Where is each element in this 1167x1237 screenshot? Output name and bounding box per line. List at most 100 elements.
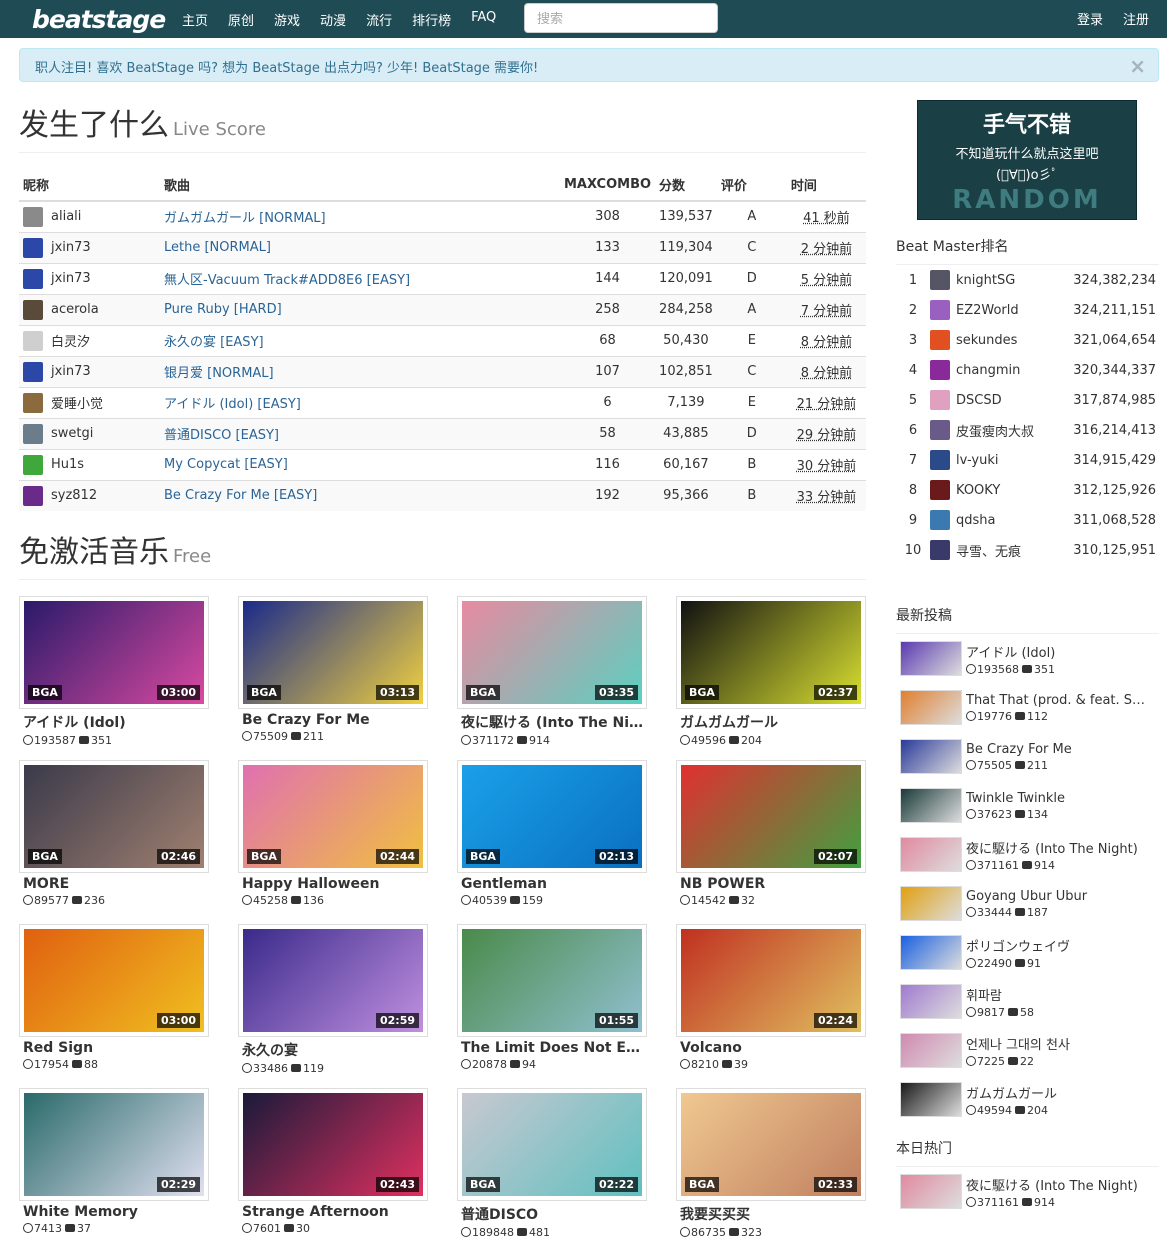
- song-card[interactable]: 01:55 The Limit Does Not Exist 20878 94: [457, 924, 647, 1088]
- player-name[interactable]: acerola: [51, 302, 99, 317]
- song-card[interactable]: 02:59 永久の宴 33486 119: [238, 924, 428, 1088]
- post-item[interactable]: 夜に駆ける (Into The Night) 371161 914: [896, 1167, 1159, 1216]
- song-title[interactable]: 夜に駆ける (Into The Ni…: [457, 712, 647, 732]
- song-card[interactable]: BGA 03:13 Be Crazy For Me 75509 211: [238, 596, 428, 760]
- song-card[interactable]: BGA 02:37 ガムガムガール 49596 204: [676, 596, 866, 760]
- song-title[interactable]: Gentleman: [457, 876, 647, 892]
- player-name[interactable]: aliali: [51, 209, 81, 224]
- post-title[interactable]: 언제나 그대의 천사: [966, 1034, 1146, 1053]
- avatar[interactable]: [23, 361, 43, 382]
- login-link[interactable]: 登录: [1077, 9, 1103, 28]
- rank-row[interactable]: 2 EZ2World 324,211,151: [896, 295, 1159, 325]
- song-card[interactable]: BGA 02:44 Happy Halloween 45258 136: [238, 760, 428, 924]
- player-name[interactable]: syz812: [51, 488, 97, 503]
- post-thumbnail[interactable]: [900, 739, 962, 774]
- post-item[interactable]: 언제나 그대의 천사 7225 22: [896, 1026, 1159, 1075]
- random-banner[interactable]: 手气不错 不知道玩什么就点这里吧 (ﾟ∀ﾟ)o彡ﾟ RANDOM: [917, 100, 1137, 220]
- rank-row[interactable]: 9 qdsha 311,068,528: [896, 505, 1159, 535]
- rank-row[interactable]: 4 changmin 320,344,337: [896, 355, 1159, 385]
- player-name[interactable]: 白灵汐: [51, 331, 90, 350]
- song-thumbnail[interactable]: BGA 02:33: [676, 1088, 866, 1201]
- avatar[interactable]: [23, 330, 43, 351]
- avatar[interactable]: [23, 206, 43, 227]
- rank-row[interactable]: 8 KOOKY 312,125,926: [896, 475, 1159, 505]
- song-title[interactable]: Red Sign: [19, 1040, 209, 1056]
- song-title[interactable]: MORE: [19, 876, 209, 892]
- song-card[interactable]: 03:00 Red Sign 17954 88: [19, 924, 209, 1088]
- rank-name[interactable]: 寻雪、无痕: [956, 541, 1066, 560]
- song-title[interactable]: Be Crazy For Me: [238, 712, 428, 728]
- song-link[interactable]: Pure Ruby [HARD]: [160, 293, 560, 325]
- post-title[interactable]: 휘파람: [966, 985, 1146, 1004]
- song-card[interactable]: BGA 02:13 Gentleman 40539 159: [457, 760, 647, 924]
- song-title[interactable]: 我要买买买: [676, 1204, 866, 1224]
- rank-name[interactable]: EZ2World: [956, 303, 1066, 318]
- avatar[interactable]: [23, 392, 43, 413]
- player-name[interactable]: jxin73: [51, 364, 91, 379]
- avatar[interactable]: [930, 270, 950, 290]
- close-icon[interactable]: ×: [1129, 54, 1146, 78]
- avatar[interactable]: [930, 480, 950, 500]
- song-card[interactable]: 02:29 White Memory 7413 37: [19, 1088, 209, 1237]
- song-thumbnail[interactable]: 01:55: [457, 924, 647, 1037]
- song-link[interactable]: 普通DISCO [EASY]: [160, 417, 560, 449]
- rank-row[interactable]: 7 lv-yuki 314,915,429: [896, 445, 1159, 475]
- nav-pop[interactable]: 流行: [366, 10, 392, 29]
- avatar[interactable]: [930, 300, 950, 320]
- register-link[interactable]: 注册: [1123, 9, 1149, 28]
- post-title[interactable]: ポリゴンウェイヴ: [966, 936, 1146, 955]
- song-card[interactable]: 02:24 Volcano 8210 39: [676, 924, 866, 1088]
- song-thumbnail[interactable]: 02:07: [676, 760, 866, 873]
- song-card[interactable]: 02:07 NB POWER 14542 32: [676, 760, 866, 924]
- post-title[interactable]: アイドル (Idol): [966, 642, 1146, 661]
- site-logo[interactable]: beatstage: [32, 5, 166, 34]
- song-link[interactable]: Be Crazy For Me [EASY]: [160, 479, 560, 511]
- player-name[interactable]: Hu1s: [51, 457, 84, 472]
- song-card[interactable]: BGA 02:22 普通DISCO 189848 481: [457, 1088, 647, 1237]
- avatar[interactable]: [23, 237, 43, 258]
- song-thumbnail[interactable]: BGA 02:13: [457, 760, 647, 873]
- avatar[interactable]: [23, 268, 43, 289]
- avatar[interactable]: [930, 420, 950, 440]
- song-card[interactable]: 02:43 Strange Afternoon 7601 30: [238, 1088, 428, 1237]
- song-card[interactable]: BGA 02:46 MORE 89577 236: [19, 760, 209, 924]
- rank-row[interactable]: 10 寻雪、无痕 310,125,951: [896, 535, 1159, 565]
- song-link[interactable]: Lethe [NORMAL]: [160, 231, 560, 263]
- song-title[interactable]: White Memory: [19, 1204, 209, 1220]
- post-thumbnail[interactable]: [900, 690, 962, 725]
- post-thumbnail[interactable]: [900, 886, 962, 921]
- post-item[interactable]: 휘파람 9817 58: [896, 977, 1159, 1026]
- song-card[interactable]: BGA 02:33 我要买买买 86735 323: [676, 1088, 866, 1237]
- post-item[interactable]: That That (prod. & feat. SUG… 19776 112: [896, 683, 1159, 732]
- post-item[interactable]: Goyang Ubur Ubur 33444 187: [896, 879, 1159, 928]
- song-thumbnail[interactable]: 02:43: [238, 1088, 428, 1201]
- song-thumbnail[interactable]: 02:24: [676, 924, 866, 1037]
- post-thumbnail[interactable]: [900, 788, 962, 823]
- song-title[interactable]: ガムガムガール: [676, 712, 866, 732]
- song-title[interactable]: Volcano: [676, 1040, 866, 1056]
- rank-name[interactable]: sekundes: [956, 333, 1066, 348]
- song-thumbnail[interactable]: BGA 03:35: [457, 596, 647, 709]
- song-title[interactable]: Strange Afternoon: [238, 1204, 428, 1220]
- song-link[interactable]: 银月爱 [NORMAL]: [160, 355, 560, 387]
- post-item[interactable]: アイドル (Idol) 193568 351: [896, 634, 1159, 683]
- post-title[interactable]: 夜に駆ける (Into The Night): [966, 838, 1146, 857]
- avatar[interactable]: [23, 423, 43, 444]
- song-thumbnail[interactable]: BGA 02:46: [19, 760, 209, 873]
- song-link[interactable]: アイドル (Idol) [EASY]: [160, 386, 560, 418]
- rank-name[interactable]: knightSG: [956, 273, 1066, 288]
- post-thumbnail[interactable]: [900, 1033, 962, 1068]
- post-title[interactable]: ガムガムガール: [966, 1083, 1146, 1102]
- nav-ranking[interactable]: 排行榜: [412, 10, 451, 29]
- player-name[interactable]: 爱睡小觉: [51, 393, 103, 412]
- post-thumbnail[interactable]: [900, 1082, 962, 1117]
- avatar[interactable]: [23, 454, 43, 475]
- post-thumbnail[interactable]: [900, 935, 962, 970]
- song-thumbnail[interactable]: BGA 02:22: [457, 1088, 647, 1201]
- player-name[interactable]: swetgi: [51, 426, 93, 441]
- song-thumbnail[interactable]: 02:59: [238, 924, 428, 1037]
- post-title[interactable]: 夜に駆ける (Into The Night): [966, 1175, 1146, 1194]
- nav-game[interactable]: 游戏: [274, 10, 300, 29]
- player-name[interactable]: jxin73: [51, 240, 91, 255]
- post-item[interactable]: ガムガムガール 49594 204: [896, 1075, 1159, 1124]
